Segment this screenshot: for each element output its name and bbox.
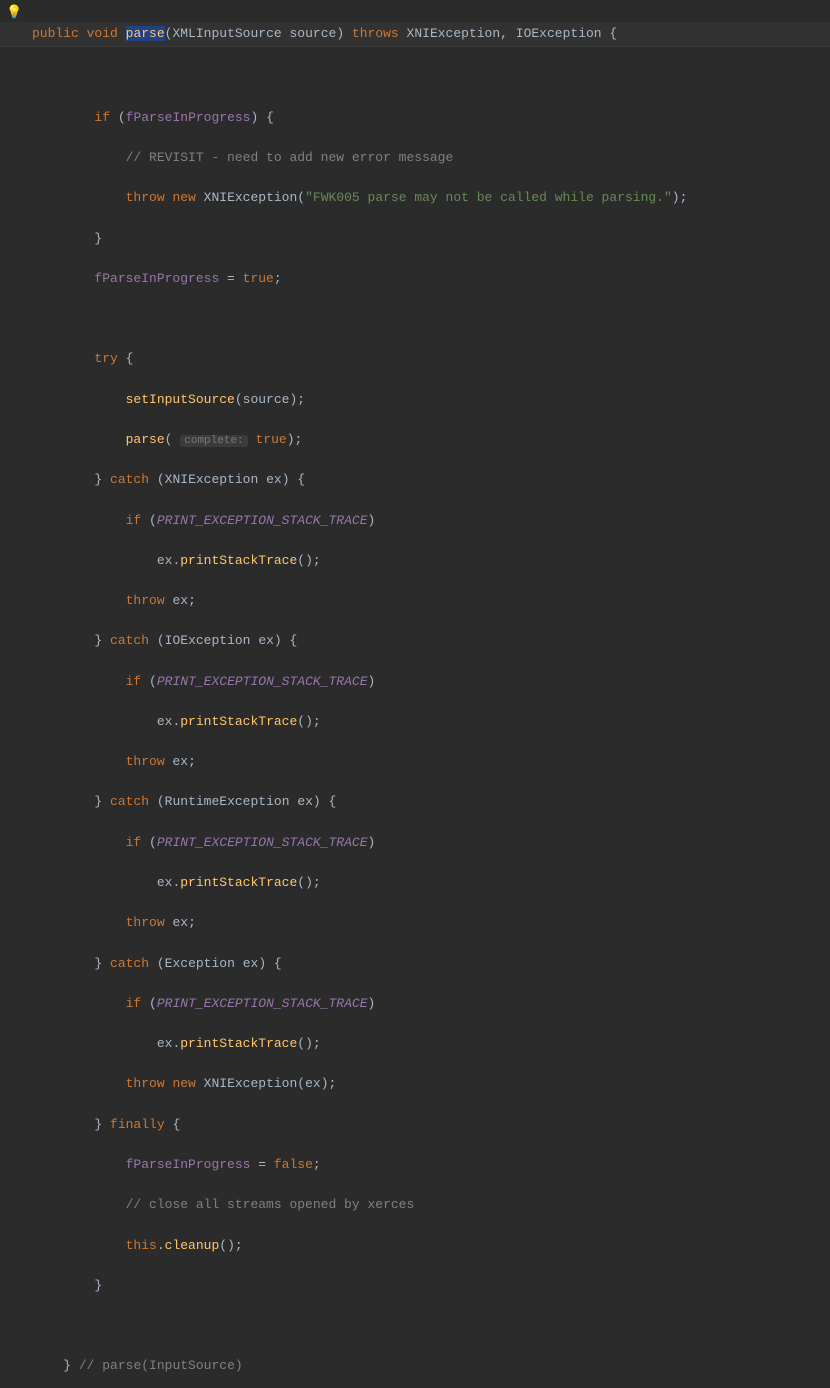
- field-ref: fParseInProgress: [126, 110, 251, 125]
- constant-ref: PRINT_EXCEPTION_STACK_TRACE: [157, 513, 368, 528]
- comment: // REVISIT - need to add new error messa…: [126, 150, 454, 165]
- code-line[interactable]: this.cleanup();: [32, 1236, 830, 1256]
- method-signature-line[interactable]: public void parse(XMLInputSource source)…: [0, 22, 830, 47]
- comment: // parse(InputSource): [79, 1358, 243, 1373]
- code-line[interactable]: fParseInProgress = false;: [32, 1155, 830, 1175]
- comment: // close all streams opened by xerces: [126, 1197, 415, 1212]
- throws-keyword: throws: [352, 26, 399, 41]
- code-line[interactable]: } catch (Exception ex) {: [32, 954, 830, 974]
- param-type: XMLInputSource: [172, 26, 281, 41]
- code-line[interactable]: // close all streams opened by xerces: [32, 1195, 830, 1215]
- code-line[interactable]: throw ex;: [32, 913, 830, 933]
- code-line[interactable]: if (PRINT_EXCEPTION_STACK_TRACE): [32, 833, 830, 853]
- code-line[interactable]: }: [32, 229, 830, 249]
- code-line[interactable]: if (PRINT_EXCEPTION_STACK_TRACE): [32, 511, 830, 531]
- code-line[interactable]: } catch (RuntimeException ex) {: [32, 792, 830, 812]
- code-line[interactable]: ex.printStackTrace();: [32, 551, 830, 571]
- code-line[interactable]: ex.printStackTrace();: [32, 712, 830, 732]
- throws-type-1: XNIException: [407, 26, 501, 41]
- code-line[interactable]: throw ex;: [32, 591, 830, 611]
- code-line[interactable]: throw new XNIException(ex);: [32, 1074, 830, 1094]
- code-area[interactable]: public void parse(XMLInputSource source)…: [28, 0, 830, 694]
- blank-line: [32, 1316, 830, 1336]
- code-line[interactable]: throw new XNIException("FWK005 parse may…: [32, 188, 830, 208]
- code-line[interactable]: } catch (IOException ex) {: [32, 631, 830, 651]
- open-brace: {: [602, 26, 618, 41]
- code-line[interactable]: parse( complete: true);: [32, 430, 830, 450]
- code-line[interactable]: } finally {: [32, 1115, 830, 1135]
- code-line[interactable]: setInputSource(source);: [32, 390, 830, 410]
- code-line[interactable]: }: [32, 1276, 830, 1296]
- code-line[interactable]: ex.printStackTrace();: [32, 873, 830, 893]
- code-line[interactable]: if (PRINT_EXCEPTION_STACK_TRACE): [32, 994, 830, 1014]
- code-line[interactable]: // REVISIT - need to add new error messa…: [32, 148, 830, 168]
- modifiers: public void: [32, 26, 118, 41]
- code-line[interactable]: } // parse(InputSource): [32, 1356, 830, 1376]
- code-line[interactable]: fParseInProgress = true;: [32, 269, 830, 289]
- code-line[interactable]: try {: [32, 349, 830, 369]
- code-line[interactable]: } catch (XNIException ex) {: [32, 470, 830, 490]
- throws-type-2: IOException: [516, 26, 602, 41]
- code-line[interactable]: if (fParseInProgress) {: [32, 108, 830, 128]
- inline-param-hint: complete:: [180, 435, 247, 447]
- blank-line: [32, 309, 830, 329]
- intention-bulb-icon[interactable]: 💡: [6, 3, 22, 23]
- code-line[interactable]: throw ex;: [32, 752, 830, 772]
- code-line[interactable]: ex.printStackTrace();: [32, 1034, 830, 1054]
- method-name[interactable]: parse: [126, 26, 165, 41]
- code-editor[interactable]: 💡 public void parse(XMLInputSource sourc…: [0, 0, 830, 694]
- gutter: 💡: [0, 0, 28, 694]
- param-name: source: [290, 26, 337, 41]
- string-literal: "FWK005 parse may not be called while pa…: [305, 190, 672, 205]
- blank-line: [32, 67, 830, 87]
- code-line[interactable]: if (PRINT_EXCEPTION_STACK_TRACE): [32, 672, 830, 692]
